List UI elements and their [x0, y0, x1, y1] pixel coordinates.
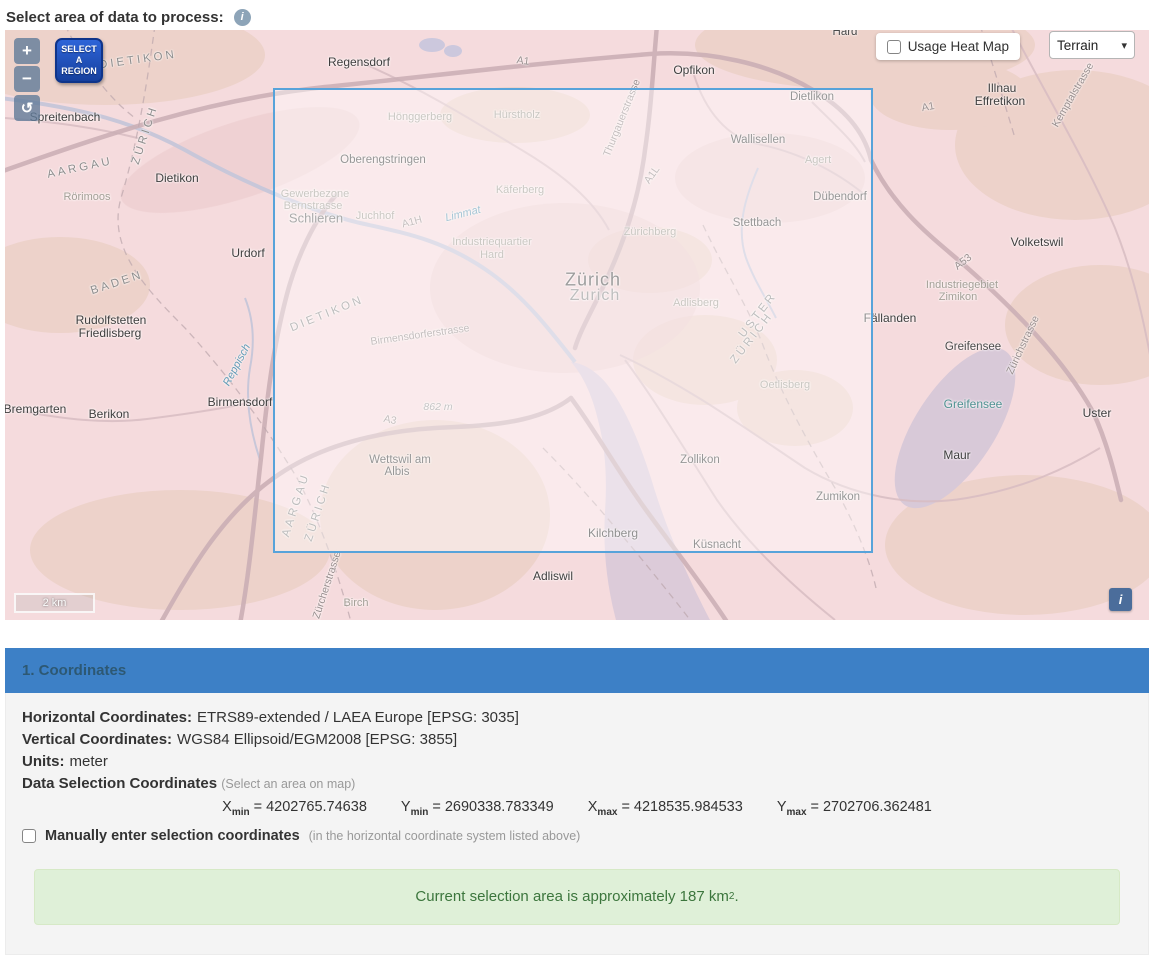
- usage-heatmap-control: Usage Heat Map: [876, 33, 1020, 60]
- selection-area-text: Current selection area is approximately …: [415, 888, 728, 905]
- map-place-label: ZÜRICH: [130, 104, 160, 166]
- page-header: Select area of data to process: i: [0, 0, 1154, 30]
- horizontal-coordinates-value: ETRS89-extended / LAEA Europe [EPSG: 303…: [197, 709, 519, 726]
- xmax-coordinate: Xmax=4218535.984533: [588, 799, 743, 815]
- map-place-label: AARGAU: [46, 155, 114, 181]
- map-place-label: Adliswil: [533, 569, 573, 583]
- xmax-value: 4218535.984533: [634, 799, 743, 815]
- map-place-label: Rudolfstetten: [76, 313, 147, 327]
- manual-coordinates-row: Manually enter selection coordinates (in…: [22, 825, 1132, 847]
- zoom-in-button[interactable]: +: [14, 38, 40, 64]
- map-place-label: Urdorf: [231, 246, 264, 260]
- map-place-label: A1: [921, 100, 936, 114]
- map-place-label: Reppisch: [221, 342, 253, 388]
- xmin-value: 4202765.74638: [266, 799, 367, 815]
- select-region-label-line3: REGION: [57, 66, 101, 77]
- manual-coordinates-label: Manually enter selection coordinates: [45, 825, 300, 847]
- info-icon[interactable]: i: [234, 9, 251, 26]
- map-place-label: Opfikon: [673, 63, 714, 77]
- map-place-label: Kemptalstrasse: [1050, 61, 1097, 130]
- chevron-down-icon: ▾: [1121, 39, 1127, 52]
- manual-coordinates-note: (in the horizontal coordinate system lis…: [309, 825, 581, 847]
- map-place-label: Industriegebiet: [926, 279, 998, 291]
- map-place-label: Zimikon: [939, 291, 978, 303]
- xmin-coordinate: Xmin=4202765.74638: [222, 799, 367, 815]
- ymin-coordinate: Ymin=2690338.783349: [401, 799, 554, 815]
- select-region-button[interactable]: SELECT A REGION: [55, 38, 103, 83]
- ymin-value: 2690338.783349: [445, 799, 554, 815]
- scale-bar: 2 km: [14, 593, 95, 613]
- zoom-out-button[interactable]: −: [14, 66, 40, 92]
- map-place-label: Rörimoos: [63, 191, 110, 203]
- units-row: Units: meter: [22, 751, 1132, 773]
- vertical-coordinates-value: WGS84 Ellipsoid/EGM2008 [EPSG: 3855]: [177, 731, 457, 748]
- selection-coordinates: Xmin=4202765.74638 Ymin=2690338.783349 X…: [22, 795, 1132, 825]
- map-place-label: BADEN: [89, 269, 145, 297]
- basemap-select[interactable]: Terrain ▾: [1049, 31, 1135, 59]
- basemap-selected-value: Terrain: [1057, 38, 1098, 53]
- coordinates-panel-header: 1. Coordinates: [5, 648, 1149, 693]
- data-selection-row: Data Selection Coordinates (Select an ar…: [22, 773, 1132, 795]
- map-place-label: Effretikon: [975, 94, 1025, 108]
- map-place-label: Birch: [343, 597, 368, 609]
- coordinates-panel: 1. Coordinates Horizontal Coordinates: ET…: [5, 648, 1149, 955]
- ymax-value: 2702706.362481: [823, 799, 932, 815]
- map-place-label: Zürichstrasse: [1004, 314, 1042, 376]
- page-title: Select area of data to process:: [6, 9, 224, 26]
- coordinates-panel-body: Horizontal Coordinates: ETRS89-extended /…: [5, 693, 1149, 955]
- map-place-label: Greifensee: [944, 397, 1003, 411]
- vertical-coordinates-label: Vertical Coordinates:: [22, 731, 172, 748]
- selection-rectangle[interactable]: [273, 88, 873, 553]
- map-place-label: Friedlisberg: [79, 326, 142, 340]
- map-place-label: Uster: [1083, 406, 1112, 420]
- manual-coordinates-checkbox[interactable]: [22, 829, 36, 843]
- map-place-label: Illnau: [988, 81, 1017, 95]
- map-place-label: Spreitenbach: [30, 110, 101, 124]
- map-place-label: DIETIKON: [98, 49, 177, 72]
- map-place-label: Volketswil: [1011, 235, 1064, 249]
- map-place-label: Regensdorf: [328, 55, 390, 69]
- usage-heatmap-label: Usage Heat Map: [908, 39, 1009, 54]
- map-place-label: Zürcherstrasse: [310, 550, 343, 620]
- map-info-button[interactable]: i: [1109, 588, 1132, 611]
- map-place-label: Maur: [943, 448, 970, 462]
- map-place-label: Dietikon: [155, 171, 198, 185]
- usage-heatmap-checkbox[interactable]: [887, 40, 901, 54]
- horizontal-coordinates-label: Horizontal Coordinates:: [22, 709, 192, 726]
- map-place-label: Hard: [833, 30, 858, 38]
- map-place-label: Birmensdorf: [208, 395, 273, 409]
- data-selection-note: (Select an area on map): [221, 777, 355, 791]
- horizontal-coordinates-row: Horizontal Coordinates: ETRS89-extended /…: [22, 707, 1132, 729]
- map-place-label: Greifensee: [945, 341, 1001, 353]
- ymax-coordinate: Ymax=2702706.362481: [777, 799, 932, 815]
- selection-area-alert: Current selection area is approximately …: [34, 869, 1120, 925]
- map-place-label: A1: [516, 54, 530, 68]
- data-selection-label: Data Selection Coordinates: [22, 775, 217, 792]
- units-label: Units:: [22, 753, 65, 770]
- select-region-label-line1: SELECT: [57, 44, 101, 55]
- reset-view-button[interactable]: ↺: [14, 95, 40, 121]
- units-value: meter: [70, 753, 108, 770]
- vertical-coordinates-row: Vertical Coordinates: WGS84 Ellipsoid/EGM…: [22, 729, 1132, 751]
- map-place-label: Berikon: [89, 407, 130, 421]
- selection-area-suffix: .: [734, 888, 738, 905]
- map-place-label: Bremgarten: [5, 402, 66, 416]
- map-canvas[interactable]: Spreitenbach DIETIKON ZÜRICH AARGAU Dietikon…: [5, 30, 1149, 620]
- select-region-label-line2: A: [57, 55, 101, 66]
- map-place-label: A53: [952, 252, 974, 273]
